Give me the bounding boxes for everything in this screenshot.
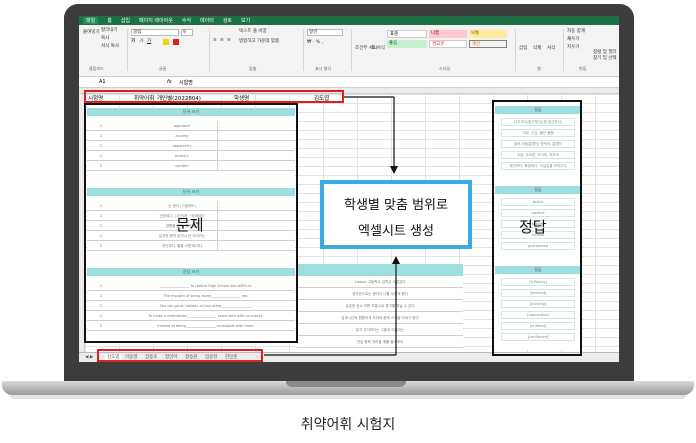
arrow-down-head <box>390 166 398 174</box>
callout-line-2: 엑셀시트 생성 <box>358 224 434 239</box>
caption: 취약어휘 시험지 <box>300 417 396 433</box>
callout-box: 학생별 맞춤 범위로 엑셀시트 생성 <box>320 180 472 249</box>
arrow-up-head <box>392 256 400 264</box>
callout-line-1: 학생별 맞춤 범위로 <box>344 198 448 213</box>
